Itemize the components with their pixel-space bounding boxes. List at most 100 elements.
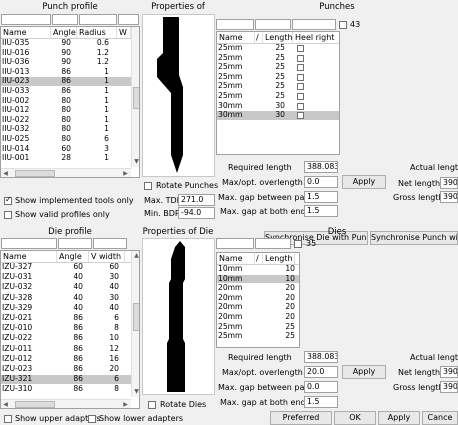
table-row[interactable]: 30mm 30 — [217, 101, 339, 111]
dies-list[interactable]: Name / Length 10mm 10 10mm 10 20mm 20 20mm 20 20… — [216, 252, 300, 348]
punch-filter-radius[interactable] — [79, 14, 117, 25]
heel-right-checkbox[interactable] — [297, 83, 304, 91]
col-length[interactable]: Length — [263, 253, 295, 264]
die-profile-list[interactable]: Name Angle V width IZU-327 60 60 IZU-031 40 3… — [0, 250, 140, 409]
dies-apply-button[interactable]: Apply — [342, 365, 386, 379]
apply-button[interactable]: Apply — [378, 411, 420, 425]
show-upper-adapters-checkbox[interactable] — [4, 415, 12, 423]
col-w[interactable]: W — [117, 27, 131, 38]
table-row[interactable]: 20mm 20 — [217, 293, 299, 303]
min-bdp-field[interactable]: -94.0 — [178, 207, 215, 219]
table-row[interactable]: IZU-321 86 6 — [1, 374, 131, 384]
table-row[interactable]: IZU-310 86 8 — [1, 385, 131, 394]
table-row[interactable]: IIU-012 80 1 — [1, 105, 131, 115]
table-row[interactable]: 25mm 25 — [217, 82, 339, 91]
table-row[interactable]: IIU-025 80 6 — [1, 134, 131, 144]
col-name[interactable]: Name — [1, 27, 51, 38]
heel-right-checkbox[interactable] — [297, 45, 304, 52]
scroll-left-icon[interactable]: ◀ — [1, 400, 10, 408]
punch-filter-angle[interactable] — [52, 14, 78, 25]
punches-filter-name[interactable] — [216, 19, 254, 30]
table-row[interactable]: 30mm 30 — [217, 110, 339, 120]
table-row[interactable]: 20mm 20 — [217, 312, 299, 322]
table-row[interactable]: IZU-012 86 16 — [1, 354, 131, 364]
col-sort[interactable]: / — [255, 253, 263, 264]
col-name[interactable]: Name — [217, 32, 255, 43]
scroll-down-icon[interactable]: ▼ — [132, 157, 139, 166]
table-row[interactable]: IZU-011 86 12 — [1, 344, 131, 354]
table-row[interactable]: 25mm 25 — [217, 91, 339, 101]
col-name[interactable]: Name — [217, 253, 255, 264]
heel-right-checkbox[interactable] — [297, 54, 304, 62]
scroll-thumb[interactable] — [15, 401, 55, 408]
col-angle[interactable]: Angle — [51, 27, 77, 38]
die-filter-name[interactable] — [1, 238, 57, 249]
table-row[interactable]: IIU-002 80 1 — [1, 96, 131, 106]
table-row[interactable]: 20mm 20 — [217, 283, 299, 293]
die-profile-vscroll[interactable]: ▲ ▼ — [131, 251, 139, 397]
table-row[interactable]: IZU-329 40 40 — [1, 303, 131, 313]
dies-filter-length[interactable] — [255, 238, 291, 249]
scroll-left-icon[interactable]: ◀ — [1, 169, 10, 177]
rotate-punches-checkbox[interactable] — [144, 182, 152, 190]
preferred-button[interactable]: Preferred — [270, 411, 332, 425]
dies-max-gap-parts-field[interactable]: 0.0 — [304, 381, 338, 393]
table-row[interactable]: IZU-031 40 30 — [1, 272, 131, 282]
table-row[interactable]: 25mm 25 — [217, 43, 339, 53]
col-angle[interactable]: Angle — [57, 251, 89, 262]
scroll-right-icon[interactable]: ▶ — [121, 400, 130, 408]
col-sort[interactable]: / — [255, 32, 263, 43]
scroll-thumb[interactable] — [15, 170, 55, 177]
table-row[interactable]: 10mm 10 — [217, 274, 299, 284]
cancel-button[interactable]: Cance — [422, 411, 458, 425]
table-row[interactable]: IIU-001 28 1 — [1, 153, 131, 163]
table-row[interactable]: IIU-023 86 1 — [1, 77, 131, 87]
table-row[interactable]: IZU-023 86 20 — [1, 364, 131, 374]
punches-filter-heel[interactable] — [292, 19, 336, 30]
table-row[interactable]: 25mm 25 — [217, 72, 339, 82]
col-vwidth[interactable]: V width — [89, 251, 125, 262]
table-row[interactable]: IZU-010 86 8 — [1, 323, 131, 333]
table-row[interactable]: IIU-016 90 1.2 — [1, 48, 131, 58]
punches-list[interactable]: Name / Length Heel right 25mm 25 25mm 25 25m… — [216, 31, 340, 155]
table-row[interactable]: 20mm 20 — [217, 303, 299, 312]
table-row[interactable]: IZU-327 60 60 — [1, 262, 131, 272]
rotate-dies-checkbox[interactable] — [148, 401, 156, 409]
table-row[interactable]: 10mm 10 — [217, 264, 299, 274]
punches-max-gap-ends-field[interactable]: 1.5 — [304, 205, 338, 217]
table-row[interactable]: 25mm 25 — [217, 322, 299, 332]
heel-right-checkbox[interactable] — [297, 102, 304, 110]
table-row[interactable]: IZU-328 40 30 — [1, 293, 131, 303]
die-profile-hscroll[interactable]: ◀ ▶ — [1, 399, 131, 408]
col-heel-right[interactable]: Heel right — [293, 32, 339, 43]
table-row[interactable]: IIU-022 80 1 — [1, 115, 131, 125]
col-length[interactable]: Length — [263, 32, 293, 43]
dies-count-checkbox[interactable] — [294, 240, 302, 248]
show-implemented-checkbox[interactable] — [4, 195, 12, 205]
die-filter-angle[interactable] — [58, 238, 92, 249]
max-tdp-field[interactable]: 271.0 — [178, 194, 215, 206]
table-row[interactable]: IIU-014 60 3 — [1, 144, 131, 154]
punches-max-gap-parts-field[interactable]: 1.5 — [304, 191, 338, 203]
ok-button[interactable]: OK — [334, 411, 376, 425]
table-row[interactable]: IZU-021 86 6 — [1, 313, 131, 323]
table-row[interactable]: 25mm 25 — [217, 62, 339, 72]
heel-right-checkbox[interactable] — [297, 73, 304, 81]
scroll-down-icon[interactable]: ▼ — [132, 387, 139, 396]
table-row[interactable]: IIU-013 86 1 — [1, 67, 131, 77]
heel-right-checkbox[interactable] — [297, 64, 304, 72]
col-name[interactable]: Name — [1, 251, 57, 262]
table-row[interactable]: 25mm 25 — [217, 53, 339, 63]
punches-apply-button[interactable]: Apply — [342, 175, 386, 189]
punch-profile-vscroll[interactable]: ▼ — [131, 27, 139, 167]
die-filter-vwidth[interactable] — [93, 238, 127, 249]
table-row[interactable]: IIU-032 80 1 — [1, 125, 131, 134]
punches-filter-length[interactable] — [255, 19, 291, 30]
dies-max-gap-ends-field[interactable]: 1.5 — [304, 396, 338, 408]
heel-right-checkbox[interactable] — [297, 112, 304, 120]
heel-right-checkbox[interactable] — [297, 93, 304, 100]
table-row[interactable]: IZU-032 40 40 — [1, 283, 131, 292]
show-valid-checkbox[interactable] — [4, 211, 12, 219]
col-radius[interactable]: Radius — [77, 27, 117, 38]
punch-filter-w[interactable] — [118, 14, 139, 25]
